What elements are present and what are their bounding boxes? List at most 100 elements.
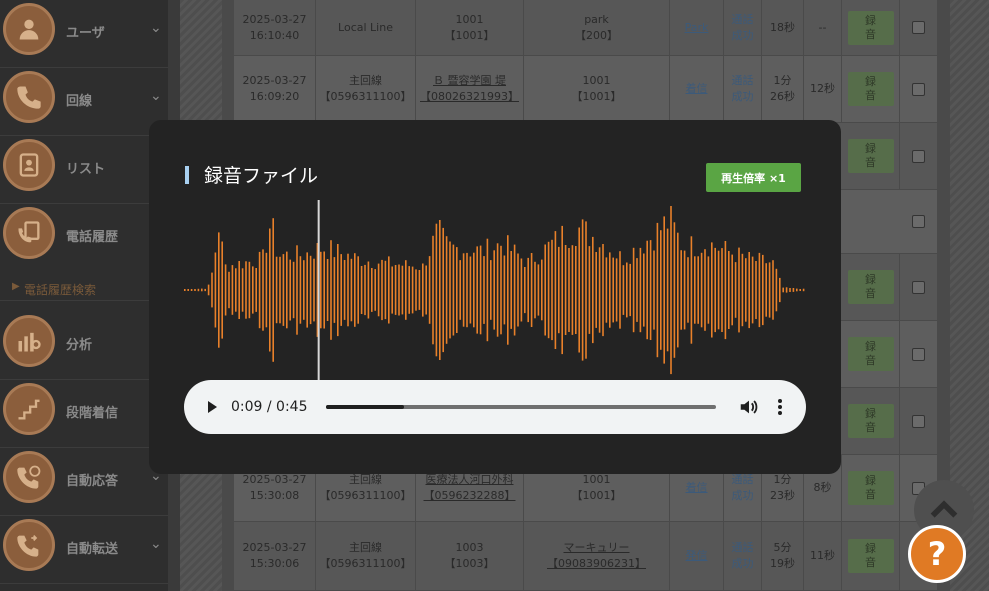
contact-list-icon	[3, 139, 55, 191]
waveform-bar	[224, 264, 227, 316]
row-checkbox[interactable]	[912, 414, 925, 428]
sidebar-item-call-history[interactable]: 電話履歴	[0, 204, 168, 277]
waveform-bar	[656, 222, 659, 358]
sidebar-item-label: 回線	[66, 94, 93, 109]
waveform-bar	[207, 284, 210, 296]
waveform-bar	[530, 253, 533, 327]
row-checkbox[interactable]	[912, 82, 925, 96]
sidebar-item-auto-transfer[interactable]: 自動転送 ⌄	[0, 516, 168, 584]
record-button[interactable]: 録音	[847, 471, 894, 505]
waveform-bar	[748, 252, 750, 329]
record-button[interactable]: 録音	[847, 10, 894, 45]
sidebar-item-stepped-incoming[interactable]: 段階着信	[0, 380, 168, 448]
sidebar-item-label: 自動応答	[66, 474, 119, 489]
waveform-bar	[245, 261, 247, 319]
waveform-bar	[700, 252, 703, 328]
waveform-bar	[347, 253, 349, 327]
waveform-bar	[568, 248, 570, 332]
from-number[interactable]: 【0596232288】	[424, 488, 516, 504]
sidebar: ユーザ ⌄ 回線 ⌄ リスト 電話履歴 ▶ 電話履歴検索 分析 段階着信 自動応…	[0, 0, 168, 591]
waveform-bar	[204, 288, 206, 292]
record-label: 録	[865, 13, 876, 27]
direction-link[interactable]: 着信	[686, 81, 708, 97]
waveform-bar	[459, 260, 461, 320]
row-checkbox[interactable]	[912, 215, 925, 228]
waveform-bar	[401, 265, 404, 315]
direction-link[interactable]: Park	[685, 20, 709, 36]
waveform-bar	[282, 254, 285, 326]
duration-text: 1分	[773, 473, 792, 486]
waveform-bar	[697, 256, 699, 324]
record-button[interactable]: 録音	[847, 139, 894, 173]
sidebar-subitem-call-history-search[interactable]: ▶ 電話履歴検索	[0, 277, 168, 301]
help-button[interactable]: ?	[908, 525, 966, 583]
checkbox-cell	[900, 190, 937, 253]
sidebar-item-label: ユーザ	[66, 26, 105, 41]
direction-link[interactable]: 着信	[686, 480, 708, 496]
waveform-bar	[476, 246, 478, 334]
from-number[interactable]: 【08026321993】	[420, 89, 519, 105]
waveform-bar	[687, 257, 689, 323]
waveform-bar	[711, 242, 713, 338]
line-name: 主回線	[349, 74, 382, 87]
waveform-bar	[343, 260, 346, 320]
to-number[interactable]: 【09083906231】	[547, 556, 646, 572]
call-date: 2025-03-27	[242, 74, 307, 87]
record-button[interactable]: 録音	[847, 404, 894, 438]
record-button[interactable]: 録音	[847, 72, 894, 106]
waveform-bar	[248, 261, 251, 319]
waveform-bar	[228, 271, 230, 309]
waveform-bar	[751, 256, 754, 324]
waveform-bar	[306, 252, 308, 328]
record-button[interactable]: 録音	[847, 270, 894, 304]
waveform-bar	[775, 268, 778, 312]
row-checkbox[interactable]	[912, 347, 925, 361]
waveform-bar	[462, 253, 465, 327]
direction-link[interactable]: 発信	[686, 548, 708, 564]
line-cell: 主回線 【0596311100】	[316, 522, 416, 590]
waveform-bar	[755, 261, 757, 319]
waveform-bar	[602, 244, 604, 337]
sidebar-item-list[interactable]: リスト	[0, 136, 168, 204]
sidebar-item-line[interactable]: 回線 ⌄	[0, 68, 168, 136]
waveform-bar	[422, 263, 424, 317]
playback-speed-button[interactable]: 再生倍率 ×1	[706, 163, 801, 192]
sidebar-item-user[interactable]: ユーザ ⌄	[0, 0, 168, 68]
record-button[interactable]: 録音	[847, 539, 894, 573]
row-checkbox[interactable]	[912, 280, 925, 294]
status-text: 通話	[731, 12, 754, 26]
waveform[interactable]	[182, 200, 806, 380]
from-link[interactable]: 医療法人河口外科	[426, 472, 514, 488]
sidebar-item-auto-answer[interactable]: 自動応答 ⌄	[0, 448, 168, 516]
from-link[interactable]: Ｂ 暨容学園 堤	[433, 73, 506, 89]
waveform-bar	[714, 247, 716, 333]
record-label: 録	[865, 542, 876, 555]
more-options-button[interactable]	[772, 396, 788, 418]
waveform-bar	[768, 262, 771, 318]
waveform-bar	[337, 244, 339, 337]
waveform-bar	[388, 256, 390, 324]
status-text: 通話	[731, 473, 754, 486]
sidebar-item-analytics[interactable]: 分析	[0, 312, 168, 380]
row-checkbox[interactable]	[912, 149, 925, 163]
waveform-bar	[415, 269, 417, 311]
waveform-bar	[323, 251, 325, 329]
play-button[interactable]	[202, 397, 222, 417]
waveform-bar	[201, 288, 203, 292]
to-cell: マーキュリー 【09083906231】	[524, 522, 670, 590]
volume-button[interactable]	[738, 396, 760, 418]
from-name: 1003	[455, 541, 484, 554]
to-link[interactable]: マーキュリー	[564, 540, 630, 556]
progress-bar[interactable]	[326, 405, 716, 409]
row-checkbox[interactable]	[912, 21, 925, 34]
record-button[interactable]: 録音	[847, 337, 894, 371]
waveform-bar	[779, 277, 781, 303]
waveform-bar	[799, 289, 801, 291]
waveform-bar	[792, 288, 795, 292]
record-cell: 録音	[842, 254, 900, 320]
to-name: park	[584, 12, 609, 26]
waveform-bar	[598, 247, 601, 333]
table-row: 2025-03-27 16:10:40 Local Line 1001 【1001】…	[234, 0, 937, 56]
waveform-bar	[592, 236, 594, 344]
call-history-icon	[3, 207, 55, 259]
